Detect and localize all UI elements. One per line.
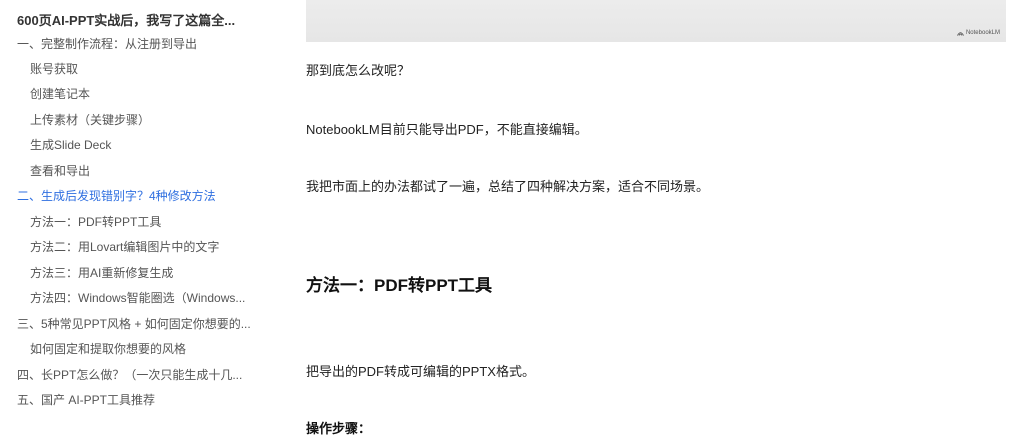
toc-item-fix-style[interactable]: 如何固定和提取你想要的风格 — [30, 341, 186, 357]
toc-item-account[interactable]: 账号获取 — [30, 61, 78, 77]
toc-item-view-export[interactable]: 查看和导出 — [30, 163, 90, 179]
toc-title[interactable]: 600页AI-PPT实战后，我写了这篇全... — [17, 10, 235, 29]
watermark-text: NotebookLM — [965, 30, 1000, 36]
toc-item-section-3[interactable]: 三、5种常见PPT风格 + 如何固定你想要的... — [17, 316, 251, 332]
toc-item-method-3[interactable]: 方法三：用AI重新修复生成 — [30, 265, 173, 281]
image-watermark: NotebookLM — [957, 30, 1000, 36]
toc-item-section-5[interactable]: 五、国产 AI-PPT工具推荐 — [17, 392, 155, 408]
table-of-contents: 600页AI-PPT实战后，我写了这篇全... 一、完整制作流程：从注册到导出 … — [0, 0, 280, 426]
toc-item-method-1[interactable]: 方法一：PDF转PPT工具 — [30, 214, 161, 230]
toc-item-section-2[interactable]: 二、生成后发现错别字？4种修改方法 — [17, 188, 216, 204]
paragraph: 把导出的PDF转成可编辑的PPTX格式。 — [306, 364, 535, 379]
article-image: NotebookLM — [306, 0, 1006, 42]
toc-item-section-1[interactable]: 一、完整制作流程：从注册到导出 — [17, 36, 197, 52]
paragraph: NotebookLM目前只能导出PDF，不能直接编辑。 — [306, 122, 588, 137]
toc-item-method-4[interactable]: 方法四：Windows智能圈选（Windows... — [30, 290, 245, 306]
toc-item-upload[interactable]: 上传素材（关键步骤） — [30, 112, 150, 128]
section-heading: 方法一：PDF转PPT工具 — [306, 276, 493, 295]
paragraph: 那到底怎么改呢？ — [306, 63, 411, 78]
notebooklm-logo-icon — [957, 31, 964, 36]
toc-item-create-notebook[interactable]: 创建笔记本 — [30, 86, 90, 102]
toc-item-section-4[interactable]: 四、长PPT怎么做？（一次只能生成十几... — [17, 367, 242, 383]
toc-item-method-2[interactable]: 方法二：用Lovart编辑图片中的文字 — [30, 239, 219, 255]
article-content: NotebookLM 那到底怎么改呢？ NotebookLM目前只能导出PDF，… — [280, 0, 1024, 436]
toc-item-generate-slide-deck[interactable]: 生成Slide Deck — [30, 137, 111, 153]
sub-heading: 操作步骤： — [306, 421, 372, 436]
paragraph: 我把市面上的办法都试了一遍，总结了四种解决方案，适合不同场景。 — [306, 179, 710, 194]
